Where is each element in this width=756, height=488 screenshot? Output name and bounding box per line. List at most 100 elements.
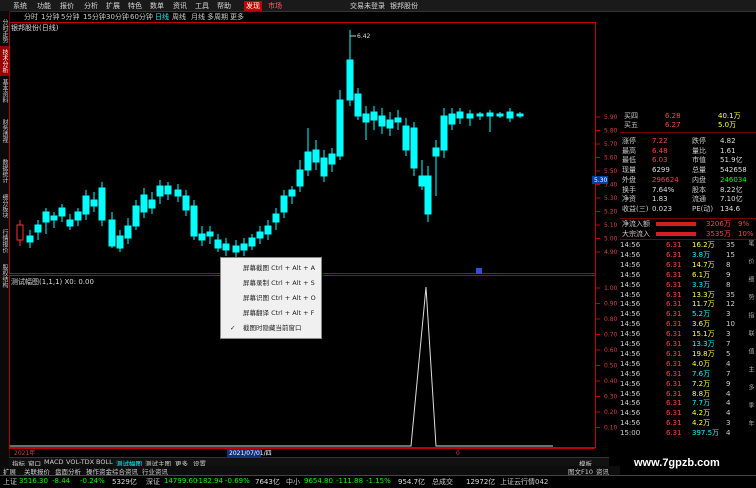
sub-chart-title: 测试幅图(1,1,1) X0: 0.00 <box>11 278 94 286</box>
candle-body <box>248 237 256 247</box>
indicator-tab-2[interactable]: MACD <box>44 458 63 466</box>
tick-price: 6.31 <box>666 310 682 319</box>
candle-body <box>496 113 504 117</box>
tick-price: 6.31 <box>666 330 682 339</box>
stat-label-1: 外盘 <box>622 175 636 184</box>
right-tab-9[interactable]: 季 <box>741 402 755 408</box>
candle-body <box>108 219 116 247</box>
candle-body <box>386 119 394 129</box>
candle-body <box>140 194 148 213</box>
candle-body <box>98 187 106 221</box>
tick-price: 6.31 <box>666 429 682 438</box>
sub-tick-label: 0.70 <box>604 332 618 339</box>
tick-price: 6.31 <box>666 389 682 398</box>
stat-label-1: 换手 <box>622 185 636 194</box>
tick-price: 6.31 <box>666 241 682 249</box>
context-menu-item-0[interactable]: 屏幕截图 Ctrl + Alt + A <box>221 261 321 275</box>
tick-count: 4 <box>726 389 731 398</box>
context-menu-item-3[interactable]: 屏幕翻译 Ctrl + Alt + F <box>221 306 321 320</box>
tick-volume: 5.2万 <box>692 310 711 319</box>
stat-value-2: 51.9亿 <box>720 156 743 165</box>
right-tab-3[interactable]: 势 <box>741 294 755 300</box>
stat-value-1: 296624 <box>652 175 679 184</box>
sub-tick-label: 0.10 <box>604 425 618 432</box>
flow-bar <box>656 222 696 226</box>
stat-value-2: 8.22亿 <box>720 185 743 194</box>
context-menu-label: 屏幕录制 Ctrl + Alt + S <box>243 279 315 287</box>
quote-divider <box>620 218 756 219</box>
tick-row: 14:56 6.31 7.6万 7 <box>620 370 756 379</box>
tick-price: 6.31 <box>666 399 682 408</box>
tick-volume: 11.7万 <box>692 300 715 309</box>
candle-body <box>190 205 198 237</box>
module-tab-bar: 扩展 关联报价 盘面分析 操作资金 综合资讯 行业资讯 图文F10 资讯 <box>0 466 620 476</box>
tick-price: 6.31 <box>666 340 682 348</box>
tick-volume: 4.2万 <box>692 419 711 428</box>
price-tick-label: 5.90 <box>604 114 618 121</box>
tick-count: 3 <box>726 330 731 339</box>
candle-body <box>516 113 524 117</box>
status-sz-pct: -0.69% <box>225 477 250 485</box>
stat-row: 净资 1.83 流通 7.10亿 <box>620 195 756 204</box>
stat-value-1: 6299 <box>652 166 670 175</box>
tick-row: 14:56 6.31 5.2万 3 <box>620 310 756 319</box>
context-menu-item-4[interactable]: ✓ 截图时隐藏当前窗口 <box>221 321 321 335</box>
tick-time: 14:56 <box>620 280 641 289</box>
candle-body <box>272 213 280 223</box>
candle-body <box>378 115 386 127</box>
tick-count: 9 <box>726 379 731 388</box>
candle-body <box>82 195 90 215</box>
stat-label-1: 现量 <box>622 166 636 175</box>
tick-row: 14:56 6.31 11.7万 12 <box>620 300 756 309</box>
tick-time: 14:56 <box>620 260 641 269</box>
right-tab-4[interactable]: 指 <box>741 312 755 318</box>
candle-body <box>58 207 66 217</box>
tick-volume: 14.7万 <box>692 260 715 269</box>
tick-time: 14:56 <box>620 359 641 368</box>
price-tick-label: 5.80 <box>604 128 618 135</box>
candle-body <box>116 235 124 249</box>
indicator-tab-3[interactable]: VOL-TDX <box>66 458 94 466</box>
candle-body <box>26 235 34 243</box>
right-tab-2[interactable]: 细 <box>741 276 755 282</box>
stat-row: 最低 6.03 市值 51.9亿 <box>620 156 756 165</box>
stat-value-1: 7.64% <box>652 185 675 194</box>
tick-row: 14:56 6.31 8.8万 4 <box>620 390 756 399</box>
order-price: 6.27 <box>665 121 681 129</box>
tick-count: 9 <box>726 270 731 279</box>
stat-value-2: 7.10亿 <box>720 195 743 204</box>
right-tab-0[interactable]: 笔 <box>741 240 755 246</box>
context-menu-label: 屏幕截图 Ctrl + Alt + A <box>243 264 316 272</box>
candle-body <box>432 147 440 157</box>
watermark-text: www.7gpzb.com <box>634 457 720 469</box>
context-menu-item-2[interactable]: 屏幕识图 Ctrl + Alt + O <box>221 291 321 305</box>
indicator-tab-4[interactable]: BOLL <box>96 458 113 466</box>
tick-time: 14:56 <box>620 300 641 309</box>
context-menu-label: 屏幕翻译 Ctrl + Alt + F <box>243 309 315 317</box>
candle-body <box>486 112 494 117</box>
quote-panel: 买四 6.28 40.1万 买五 6.27 5.0万 涨停 7.22 跌停 4.82 最高 6.48 量… <box>620 112 756 448</box>
right-tab-6[interactable]: 值 <box>741 348 755 354</box>
stat-row: 最高 6.48 量比 1.61 <box>620 147 756 156</box>
order-book-row: 买五 6.27 5.0万 <box>620 121 756 130</box>
right-tab-8[interactable]: 多 <box>741 384 755 390</box>
flow-label: 净流入额 <box>622 220 650 228</box>
current-price-tag: 5.30 <box>594 177 608 184</box>
tick-volume: 3.3万 <box>692 280 711 289</box>
tick-time: 14:56 <box>620 369 641 378</box>
tick-price: 6.31 <box>666 290 682 299</box>
tick-time: 14:56 <box>620 340 641 348</box>
main-chart-title: 银邦股份(日线) <box>11 24 59 32</box>
context-menu-item-1[interactable]: 屏幕录制 Ctrl + Alt + S <box>221 276 321 290</box>
right-tab-10[interactable]: 年 <box>741 420 755 426</box>
tick-time: 14:56 <box>620 290 641 299</box>
status-zx-name: 中小 <box>286 478 300 486</box>
tick-count: 8 <box>726 260 731 269</box>
status-sz-chg: -182.94 <box>196 477 224 485</box>
tick-count: 3 <box>726 310 731 319</box>
right-tab-7[interactable]: 主 <box>741 366 755 372</box>
right-tab-1[interactable]: 价 <box>741 258 755 264</box>
candle-body <box>402 125 410 151</box>
right-tab-5[interactable]: 联 <box>741 330 755 336</box>
stat-row: 涨停 7.22 跌停 4.82 <box>620 137 756 146</box>
